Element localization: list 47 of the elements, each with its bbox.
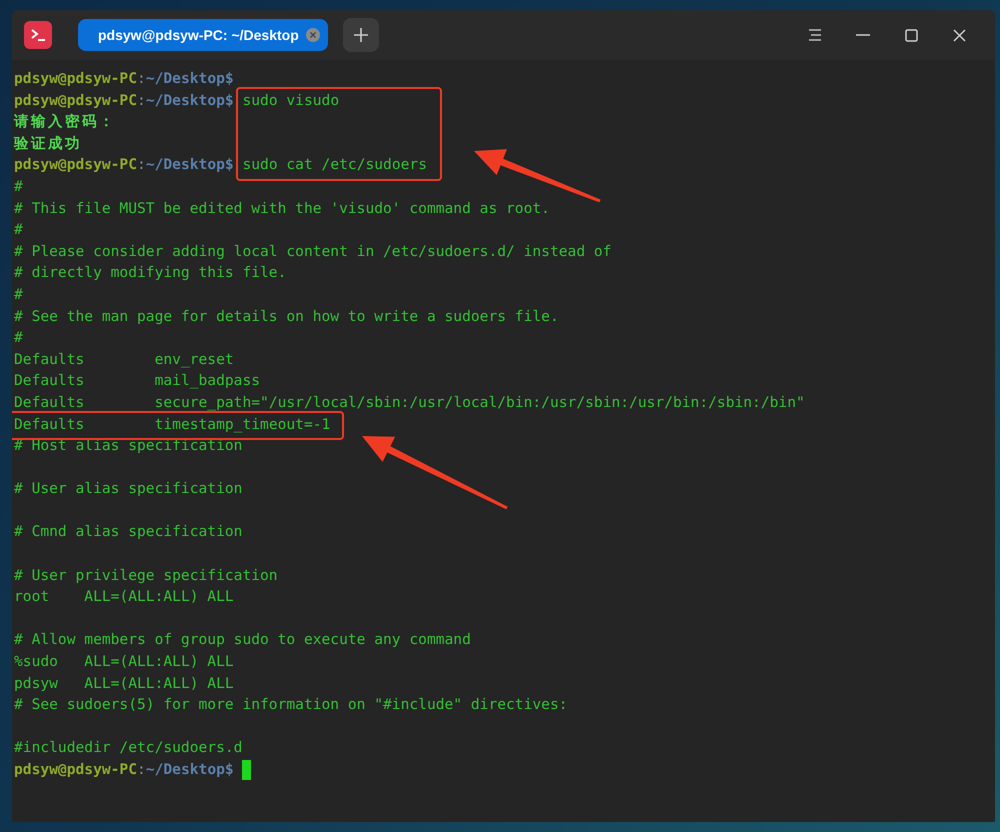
prompt-path: ~/Desktop$ [146, 760, 234, 780]
terminal-app-icon[interactable] [24, 21, 52, 49]
minimize-icon[interactable] [856, 34, 870, 36]
terminal-output-line: # User privilege specification [14, 566, 278, 586]
prompt-separator: : [137, 90, 146, 111]
close-icon[interactable] [952, 28, 966, 42]
new-tab-button[interactable] [343, 18, 379, 52]
prompt-separator: : [137, 69, 146, 89]
terminal-message: 请输入密码： [14, 112, 116, 132]
terminal-output-line: # [14, 220, 23, 240]
terminal-tab[interactable]: pdsyw@pdsyw-PC: ~/Desktop [78, 19, 328, 51]
terminal-output-line: # This file MUST be edited with the 'visudo' command as root. [14, 198, 550, 219]
prompt-path: ~/Desktop$ [146, 155, 234, 176]
terminal-output-line: pdsyw ALL=(ALL:ALL) ALL [14, 674, 234, 694]
terminal-output-line: # See sudoers(5) for more information on "#include" directives: [14, 695, 568, 716]
terminal-output-line: # Please consider adding local content in /etc/sudoers.d/ instead of [14, 242, 612, 262]
prompt-path: ~/Desktop$ [146, 69, 234, 89]
terminal-output-line: # Host alias specification [14, 436, 242, 456]
terminal-output-line: Defaults mail_badpass [14, 371, 260, 392]
maximize-icon[interactable] [904, 28, 918, 42]
terminal-output-line: # See the man page for details on how to write a sudoers file. [14, 306, 559, 327]
terminal-output-line: # Cmnd alias specification [14, 522, 242, 542]
terminal-output-line: root ALL=(ALL:ALL) ALL [14, 587, 234, 608]
command-text: sudo cat /etc/sudoers [242, 155, 427, 176]
prompt-path: ~/Desktop$ [146, 90, 234, 111]
tab-close-icon[interactable] [306, 28, 320, 42]
terminal-output-line: # [14, 176, 23, 197]
terminal-output-line: %sudo ALL=(ALL:ALL) ALL [14, 652, 234, 672]
terminal-output-line: # directly modifying this file. [14, 263, 286, 284]
terminal-output-line: Defaults env_reset [14, 350, 234, 370]
terminal-output-line: # User alias specification [14, 479, 242, 500]
terminal-output-line: # Allow members of group sudo to execute any command [14, 630, 471, 650]
prompt-user-host: pdsyw@pdsyw-PC [14, 90, 138, 111]
prompt-separator: : [137, 155, 146, 176]
terminal-message: 验证成功 [14, 134, 82, 154]
prompt-user-host: pdsyw@pdsyw-PC [14, 760, 138, 780]
prompt-user-host: pdsyw@pdsyw-PC [14, 155, 138, 176]
plus-icon [354, 28, 368, 42]
terminal-output-line: Defaults secure_path="/usr/local/sbin:/usr/local/bin:/usr/sbin:/usr/bin:/sbin:/bin" [14, 392, 805, 413]
menu-icon[interactable] [808, 29, 822, 41]
terminal-output-line: # [14, 328, 23, 348]
terminal-output-line: Defaults timestamp_timeout=-1 [14, 414, 330, 434]
prompt-separator: : [137, 760, 146, 780]
prompt-user-host: pdsyw@pdsyw-PC [14, 69, 138, 89]
command-text: sudo visudo [242, 90, 340, 111]
terminal-output-line: #includedir /etc/sudoers.d [14, 738, 242, 758]
terminal-output-line: # [14, 284, 23, 305]
